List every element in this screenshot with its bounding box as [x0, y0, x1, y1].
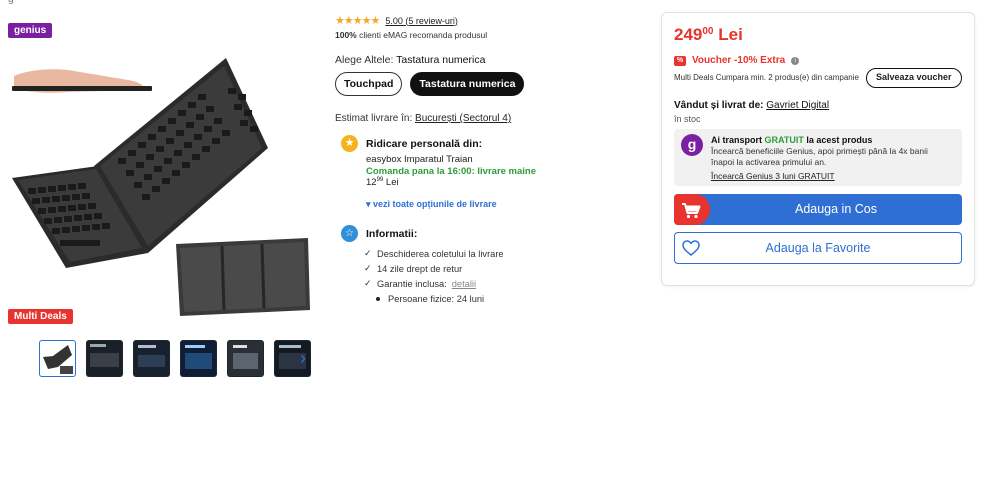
info-item-label: 14 zile drept de retur: [377, 263, 463, 274]
recommend-text: 100% clienti eMAG recomanda produsul: [335, 30, 487, 40]
voucher-text: Voucher -10% Extra: [692, 55, 786, 66]
all-delivery-options-link[interactable]: ▾ vezi toate opțiunile de livrare: [366, 199, 497, 210]
add-to-favorites-button[interactable]: Adauga la Favorite: [674, 232, 962, 264]
variant-selected: Tastatura numerica: [396, 54, 486, 66]
variant-prompt: Alege Altele:: [335, 54, 394, 66]
genius-title-prefix: Ai transport: [711, 135, 763, 145]
delivery-location-link[interactable]: București (Sectorul 4): [415, 113, 511, 124]
stock-status: în stoc: [674, 114, 701, 124]
product-main-image[interactable]: [8, 48, 320, 328]
list-item: ✓ Garantie inclusa: detalii: [364, 276, 504, 291]
check-icon: ✓: [364, 248, 372, 258]
thumbnail[interactable]: [39, 340, 76, 377]
recommend-percent: 100%: [335, 30, 357, 40]
seller-link[interactable]: Gavriet Digital: [766, 100, 829, 111]
check-icon: ✓: [364, 263, 372, 273]
variant-touchpad-button[interactable]: Touchpad: [335, 72, 403, 96]
info-star-icon: ☆: [341, 225, 358, 242]
chevron-right-icon[interactable]: ›: [300, 349, 316, 367]
info-item-label: Deschiderea coletului la livrare: [377, 248, 504, 259]
price-currency: Lei: [718, 25, 743, 44]
pickup-price: 1299 Lei: [366, 177, 399, 188]
genius-title-suffix: la acest produs: [806, 135, 873, 145]
info-list: ✓ Deschiderea coletului la livrare ✓ 14 …: [364, 246, 504, 306]
delivery-estimate: Estimat livrare în: București (Sectorul …: [335, 113, 511, 124]
info-item-label: Garantie inclusa:: [377, 278, 447, 289]
add-to-favorites-label: Adauga la Favorite: [765, 241, 871, 255]
add-to-cart-label: Adauga in Cos: [794, 202, 877, 216]
bullet-icon: [376, 296, 380, 301]
rating-stars: ★★★★★: [335, 15, 380, 27]
genius-title-free: GRATUIT: [764, 135, 804, 145]
sold-by: Vândut și livrat de: Gavriet Digital: [674, 100, 829, 111]
pickup-price-int: 12: [366, 177, 377, 189]
caret-down-icon: ▾: [366, 199, 371, 209]
thumbnail[interactable]: [86, 340, 123, 377]
genius-logo-icon: g: [681, 134, 703, 156]
reviews-link[interactable]: 5.00 (5 review-uri): [385, 16, 458, 26]
warranty-sub-label: Persoane fizice: 24 luni: [388, 293, 485, 304]
cart-icon: [674, 194, 710, 225]
list-item: ✓ 14 zile drept de retur: [364, 261, 504, 276]
rating-summary: ★★★★★ 5.00 (5 review-uri): [335, 14, 458, 27]
warranty-details-link[interactable]: detalii: [452, 279, 476, 289]
pickup-title: Ridicare personală din:: [366, 138, 483, 150]
genius-trial-link[interactable]: Încearcă Genius 3 luni GRATUIT: [711, 171, 835, 181]
pickup-order-deadline: Comanda pana la 16:00: livrare maine: [366, 166, 537, 177]
variant-numeric-keypad-button[interactable]: Tastatura numerica: [410, 72, 525, 96]
info-icon[interactable]: i: [791, 56, 800, 65]
pickup-star-icon: ★: [341, 135, 358, 152]
list-item: ✓ Deschiderea coletului la livrare: [364, 246, 504, 261]
thumbnail[interactable]: [227, 340, 264, 377]
variant-options: Touchpad Tastatura numerica: [335, 72, 525, 96]
genius-promo-title: Ai transport GRATUIT la acest produs: [711, 135, 872, 145]
sold-by-label: Vândut și livrat de:: [674, 100, 764, 111]
voucher-tag-icon: %: [674, 55, 686, 66]
genius-promo-description: Încearcă beneficiile Genius, apoi primeș…: [711, 146, 928, 167]
pickup-price-dec: 99: [376, 177, 384, 183]
add-to-cart-button[interactable]: Adauga in Cos: [674, 194, 962, 225]
multi-deals-text: Multi Deals Cumpara min. 2 produs(e) din…: [674, 73, 859, 82]
product-price: 24900 Lei: [674, 25, 743, 45]
top-cut-text: g: [8, 0, 14, 5]
pickup-place: easybox Imparatul Traian: [366, 154, 473, 165]
thumbnail[interactable]: [180, 340, 217, 377]
thumbnail-strip: [39, 340, 311, 377]
price-int: 249: [674, 25, 703, 44]
genius-badge: genius: [8, 23, 53, 38]
pickup-price-currency: Lei: [385, 177, 399, 189]
variant-label: Alege Altele: Tastatura numerica: [335, 54, 485, 66]
warranty-sub-item: Persoane fizice: 24 luni: [364, 291, 504, 306]
check-icon: ✓: [364, 278, 372, 288]
delivery-estimate-label: Estimat livrare în:: [335, 113, 413, 124]
save-voucher-button[interactable]: Salveaza voucher: [866, 68, 962, 88]
recommend-label: clienti eMAG recomanda produsul: [359, 30, 488, 40]
multi-deals-badge: Multi Deals: [8, 309, 73, 324]
voucher-row: % Voucher -10% Extra i: [674, 55, 800, 66]
thumbnail[interactable]: [133, 340, 170, 377]
price-dec: 00: [702, 26, 714, 37]
info-title: Informatii:: [366, 228, 418, 240]
all-delivery-options-label: vezi toate opțiunile de livrare: [373, 199, 497, 209]
